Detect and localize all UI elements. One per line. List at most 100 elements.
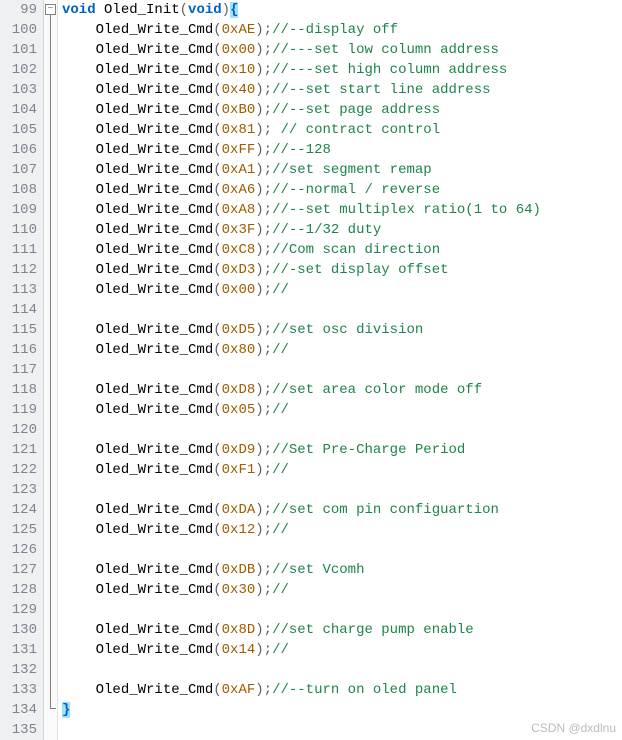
call-name: Oled_Write_Cmd	[96, 202, 214, 218]
line-number: 105	[0, 120, 43, 140]
semicolon: ;	[264, 62, 272, 78]
hex-literal: 0xC8	[222, 242, 256, 258]
comment: //set Vcomh	[272, 562, 364, 578]
paren-close: )	[255, 522, 263, 538]
code-line: Oled_Write_Cmd(0xD8);//set area color mo…	[62, 380, 622, 400]
call-name: Oled_Write_Cmd	[96, 582, 214, 598]
code-line: Oled_Write_Cmd(0xA8);//--set multiplex r…	[62, 200, 622, 220]
line-number: 133	[0, 680, 43, 700]
paren-open: (	[213, 62, 221, 78]
line-number: 118	[0, 380, 43, 400]
call-name: Oled_Write_Cmd	[96, 682, 214, 698]
semicolon: ;	[264, 382, 272, 398]
hex-literal: 0xB0	[222, 102, 256, 118]
call-name: Oled_Write_Cmd	[96, 262, 214, 278]
keyword-void-param: void	[188, 2, 222, 18]
line-number: 132	[0, 660, 43, 680]
hex-literal: 0x80	[222, 342, 256, 358]
hex-literal: 0x12	[222, 522, 256, 538]
comment: //set osc division	[272, 322, 423, 338]
line-number: 122	[0, 460, 43, 480]
line-number: 125	[0, 520, 43, 540]
line-number: 99	[0, 0, 43, 20]
code-line	[62, 600, 622, 620]
paren-open: (	[213, 322, 221, 338]
call-name: Oled_Write_Cmd	[96, 22, 214, 38]
hex-literal: 0xAE	[222, 22, 256, 38]
call-name: Oled_Write_Cmd	[96, 562, 214, 578]
fold-toggle[interactable]: −	[45, 4, 56, 15]
paren-close: )	[255, 242, 263, 258]
code-line: Oled_Write_Cmd(0xD5);//set osc division	[62, 320, 622, 340]
line-number: 102	[0, 60, 43, 80]
code-line	[62, 360, 622, 380]
semicolon: ;	[264, 642, 272, 658]
paren-close: )	[255, 282, 263, 298]
paren-open: (	[213, 402, 221, 418]
paren-open: (	[180, 2, 188, 18]
comment: //--set page address	[272, 102, 440, 118]
line-number: 103	[0, 80, 43, 100]
comment: //	[272, 642, 289, 658]
paren-close: )	[255, 142, 263, 158]
code-line: Oled_Write_Cmd(0xD9);//Set Pre-Charge Pe…	[62, 440, 622, 460]
paren-open: (	[213, 442, 221, 458]
code-line: Oled_Write_Cmd(0x10);//---set high colum…	[62, 60, 622, 80]
paren-close: )	[255, 322, 263, 338]
line-number: 106	[0, 140, 43, 160]
paren-open: (	[213, 242, 221, 258]
comment: //	[272, 402, 289, 418]
semicolon: ;	[264, 442, 272, 458]
paren-close: )	[255, 122, 263, 138]
semicolon: ;	[264, 242, 272, 258]
code-line	[62, 480, 622, 500]
semicolon: ;	[264, 102, 272, 118]
call-name: Oled_Write_Cmd	[96, 322, 214, 338]
call-name: Oled_Write_Cmd	[96, 222, 214, 238]
code-line: Oled_Write_Cmd(0xF1);//	[62, 460, 622, 480]
code-line: Oled_Write_Cmd(0xAF);//--turn on oled pa…	[62, 680, 622, 700]
fold-column: −	[44, 0, 58, 740]
code-line: Oled_Write_Cmd(0x00);//	[62, 280, 622, 300]
paren-close: )	[255, 42, 263, 58]
code-line: Oled_Write_Cmd(0xAE);//--display off	[62, 20, 622, 40]
paren-close: )	[255, 222, 263, 238]
function-name: Oled_Init	[104, 2, 180, 18]
line-number: 104	[0, 100, 43, 120]
hex-literal: 0x10	[222, 62, 256, 78]
hex-literal: 0xAF	[222, 682, 256, 698]
line-number: 101	[0, 40, 43, 60]
semicolon: ;	[264, 122, 272, 138]
hex-literal: 0xDB	[222, 562, 256, 578]
line-number-gutter: 9910010110210310410510610710810911011111…	[0, 0, 44, 740]
fold-guide-line	[50, 15, 51, 708]
line-number: 135	[0, 720, 43, 740]
comment: //-set display offset	[272, 262, 448, 278]
paren-open: (	[213, 222, 221, 238]
paren-open: (	[213, 642, 221, 658]
paren-close: )	[255, 622, 263, 638]
call-name: Oled_Write_Cmd	[96, 502, 214, 518]
code-line: Oled_Write_Cmd(0x80);//	[62, 340, 622, 360]
code-area[interactable]: void Oled_Init(void){ Oled_Write_Cmd(0xA…	[58, 0, 622, 740]
comment: // contract control	[272, 122, 440, 138]
call-name: Oled_Write_Cmd	[96, 102, 214, 118]
open-brace: {	[230, 2, 238, 18]
hex-literal: 0x05	[222, 402, 256, 418]
code-line: void Oled_Init(void){	[62, 0, 622, 20]
semicolon: ;	[264, 322, 272, 338]
code-line: Oled_Write_Cmd(0xC8);//Com scan directio…	[62, 240, 622, 260]
call-name: Oled_Write_Cmd	[96, 82, 214, 98]
comment: //--set start line address	[272, 82, 490, 98]
semicolon: ;	[264, 502, 272, 518]
line-number: 123	[0, 480, 43, 500]
semicolon: ;	[264, 282, 272, 298]
call-name: Oled_Write_Cmd	[96, 382, 214, 398]
paren-open: (	[213, 162, 221, 178]
call-name: Oled_Write_Cmd	[96, 62, 214, 78]
paren-close: )	[255, 682, 263, 698]
close-brace: }	[62, 702, 70, 718]
semicolon: ;	[264, 462, 272, 478]
call-name: Oled_Write_Cmd	[96, 122, 214, 138]
code-line: Oled_Write_Cmd(0xD3);//-set display offs…	[62, 260, 622, 280]
